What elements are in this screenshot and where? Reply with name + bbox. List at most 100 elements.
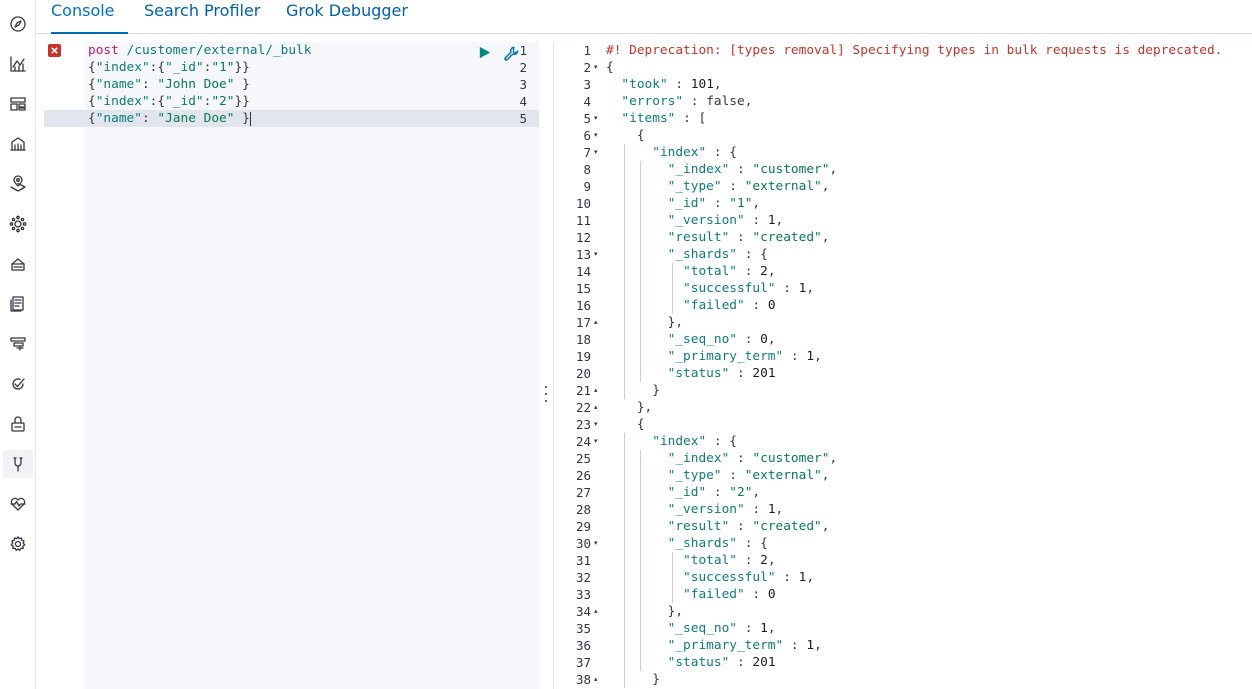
tab-grok-debugger-label: Grok Debugger	[286, 1, 408, 20]
request-line-2[interactable]: {"index":{"_id":"1"}}	[88, 59, 250, 76]
request-line-5[interactable]: {"name": "Jane Doe" }	[88, 110, 251, 127]
response-line: }	[606, 672, 660, 687]
response-line-number: 32	[575, 570, 591, 585]
response-line-number: 22	[575, 400, 591, 415]
response-line-number: 2	[583, 60, 591, 75]
response-line: #! Deprecation: [types removal] Specifyi…	[606, 43, 1223, 58]
response-line-number: 12	[575, 230, 591, 245]
tab-search-profiler-label: Search Profiler	[144, 1, 261, 20]
response-line-number: 23	[575, 417, 591, 432]
response-line-number: 20	[575, 366, 591, 381]
request-line-number: 4	[519, 94, 527, 109]
response-line-number: 24	[575, 434, 591, 449]
indent-guide	[624, 433, 625, 688]
devtools-icon[interactable]	[3, 450, 33, 478]
response-line-number: 30	[575, 536, 591, 551]
response-line-number: 17	[575, 315, 591, 330]
response-line-number: 18	[575, 332, 591, 347]
response-line-number: 29	[575, 519, 591, 534]
infra-icon[interactable]	[3, 250, 33, 278]
indent-guide	[672, 552, 673, 603]
response-line-number: 27	[575, 485, 591, 500]
response-line-number: 36	[575, 638, 591, 653]
maps-icon[interactable]	[3, 170, 33, 198]
response-line-number: 7	[583, 145, 591, 160]
logs-icon[interactable]	[3, 290, 33, 318]
request-options-button[interactable]	[502, 44, 520, 62]
request-line-number: 5	[519, 111, 527, 126]
dashboard-icon[interactable]	[3, 90, 33, 118]
ml-icon[interactable]	[3, 210, 33, 238]
uptime-icon[interactable]	[3, 370, 33, 398]
canvas-icon[interactable]	[3, 130, 33, 158]
response-line-number: 21	[575, 383, 591, 398]
response-line-number: 11	[575, 213, 591, 228]
response-line-number: 14	[575, 264, 591, 279]
play-icon	[479, 46, 490, 58]
response-output[interactable]: 1 #! Deprecation: [types removal] Specify…	[554, 42, 1252, 689]
response-line: {	[606, 417, 645, 432]
response-line: }	[606, 383, 660, 398]
tab-console-label: Console	[51, 1, 115, 20]
send-request-button[interactable]	[476, 44, 492, 60]
apm-icon[interactable]	[3, 330, 33, 358]
fold-collapse-icon[interactable]: ▾	[594, 110, 598, 127]
request-line-4[interactable]: {"index":{"_id":"2"}}	[88, 93, 250, 110]
response-line: "_primary_term" : 1,	[667, 638, 822, 653]
fold-expand-icon[interactable]: ▴	[594, 603, 598, 620]
siem-icon[interactable]	[3, 410, 33, 438]
fold-collapse-icon[interactable]: ▾	[594, 127, 598, 144]
request-line-5-text: {"name": "Jane Doe" }	[88, 111, 250, 126]
request-line-1[interactable]: post /customer/external/_bulk	[88, 42, 311, 59]
fold-expand-icon[interactable]: ▴	[594, 314, 598, 331]
response-line: "successful" : 1,	[683, 281, 815, 296]
fold-collapse-icon[interactable]: ▾	[594, 59, 598, 76]
indent-guide	[624, 144, 625, 399]
response-line: "index" : {	[652, 145, 737, 160]
response-line: "total" : 2,	[683, 553, 776, 568]
compass-icon[interactable]	[3, 10, 33, 38]
response-line-number: 16	[575, 298, 591, 313]
response-line: "_shards" : {	[667, 536, 768, 551]
fold-expand-icon[interactable]: ▴	[594, 399, 598, 416]
indent-guide	[672, 263, 673, 314]
response-line-number: 5	[583, 111, 591, 126]
monitoring-icon[interactable]	[3, 490, 33, 518]
response-line: {	[606, 60, 614, 75]
resize-handle-icon[interactable]	[540, 386, 552, 402]
response-line: },	[606, 315, 684, 330]
response-line: "took" : 101,	[621, 77, 722, 92]
response-line: "_version" : 1,	[667, 213, 784, 228]
management-icon[interactable]	[3, 530, 33, 558]
fold-collapse-icon[interactable]: ▾	[594, 433, 598, 450]
response-line-number: 25	[575, 451, 591, 466]
response-line: "_seq_no" : 1,	[667, 621, 776, 636]
chart-icon[interactable]	[3, 50, 33, 78]
fold-collapse-icon[interactable]: ▾	[594, 535, 598, 552]
request-editor[interactable]: 1 2 3 4 5 post /customer/external/_bulk …	[44, 42, 539, 689]
request-line-3[interactable]: {"name": "John Doe" }	[88, 76, 250, 93]
tab-console[interactable]: Console	[51, 0, 128, 34]
response-line-number: 19	[575, 349, 591, 364]
response-line-number: 4	[583, 94, 591, 109]
pane-divider[interactable]	[539, 42, 553, 689]
response-line-number: 10	[575, 196, 591, 211]
fold-collapse-icon[interactable]: ▾	[594, 416, 598, 433]
response-line-number: 1	[583, 43, 591, 58]
response-line: "_version" : 1,	[667, 502, 784, 517]
response-line: "status" : 201	[667, 655, 776, 670]
response-line: },	[606, 400, 653, 415]
response-line-number: 34	[575, 604, 591, 619]
response-line: "_primary_term" : 1,	[667, 349, 822, 364]
tab-grok-debugger[interactable]: Grok Debugger	[286, 0, 408, 34]
response-line-number: 13	[575, 247, 591, 262]
error-marker-icon[interactable]	[48, 44, 61, 57]
fold-collapse-icon[interactable]: ▾	[594, 246, 598, 263]
request-method: post	[88, 43, 119, 58]
text-cursor	[249, 111, 251, 126]
fold-expand-icon[interactable]: ▴	[594, 382, 598, 399]
request-text-area[interactable]	[85, 42, 539, 689]
fold-collapse-icon[interactable]: ▾	[594, 144, 598, 161]
fold-expand-icon[interactable]: ▴	[594, 671, 598, 688]
tab-search-profiler[interactable]: Search Profiler	[144, 0, 260, 34]
